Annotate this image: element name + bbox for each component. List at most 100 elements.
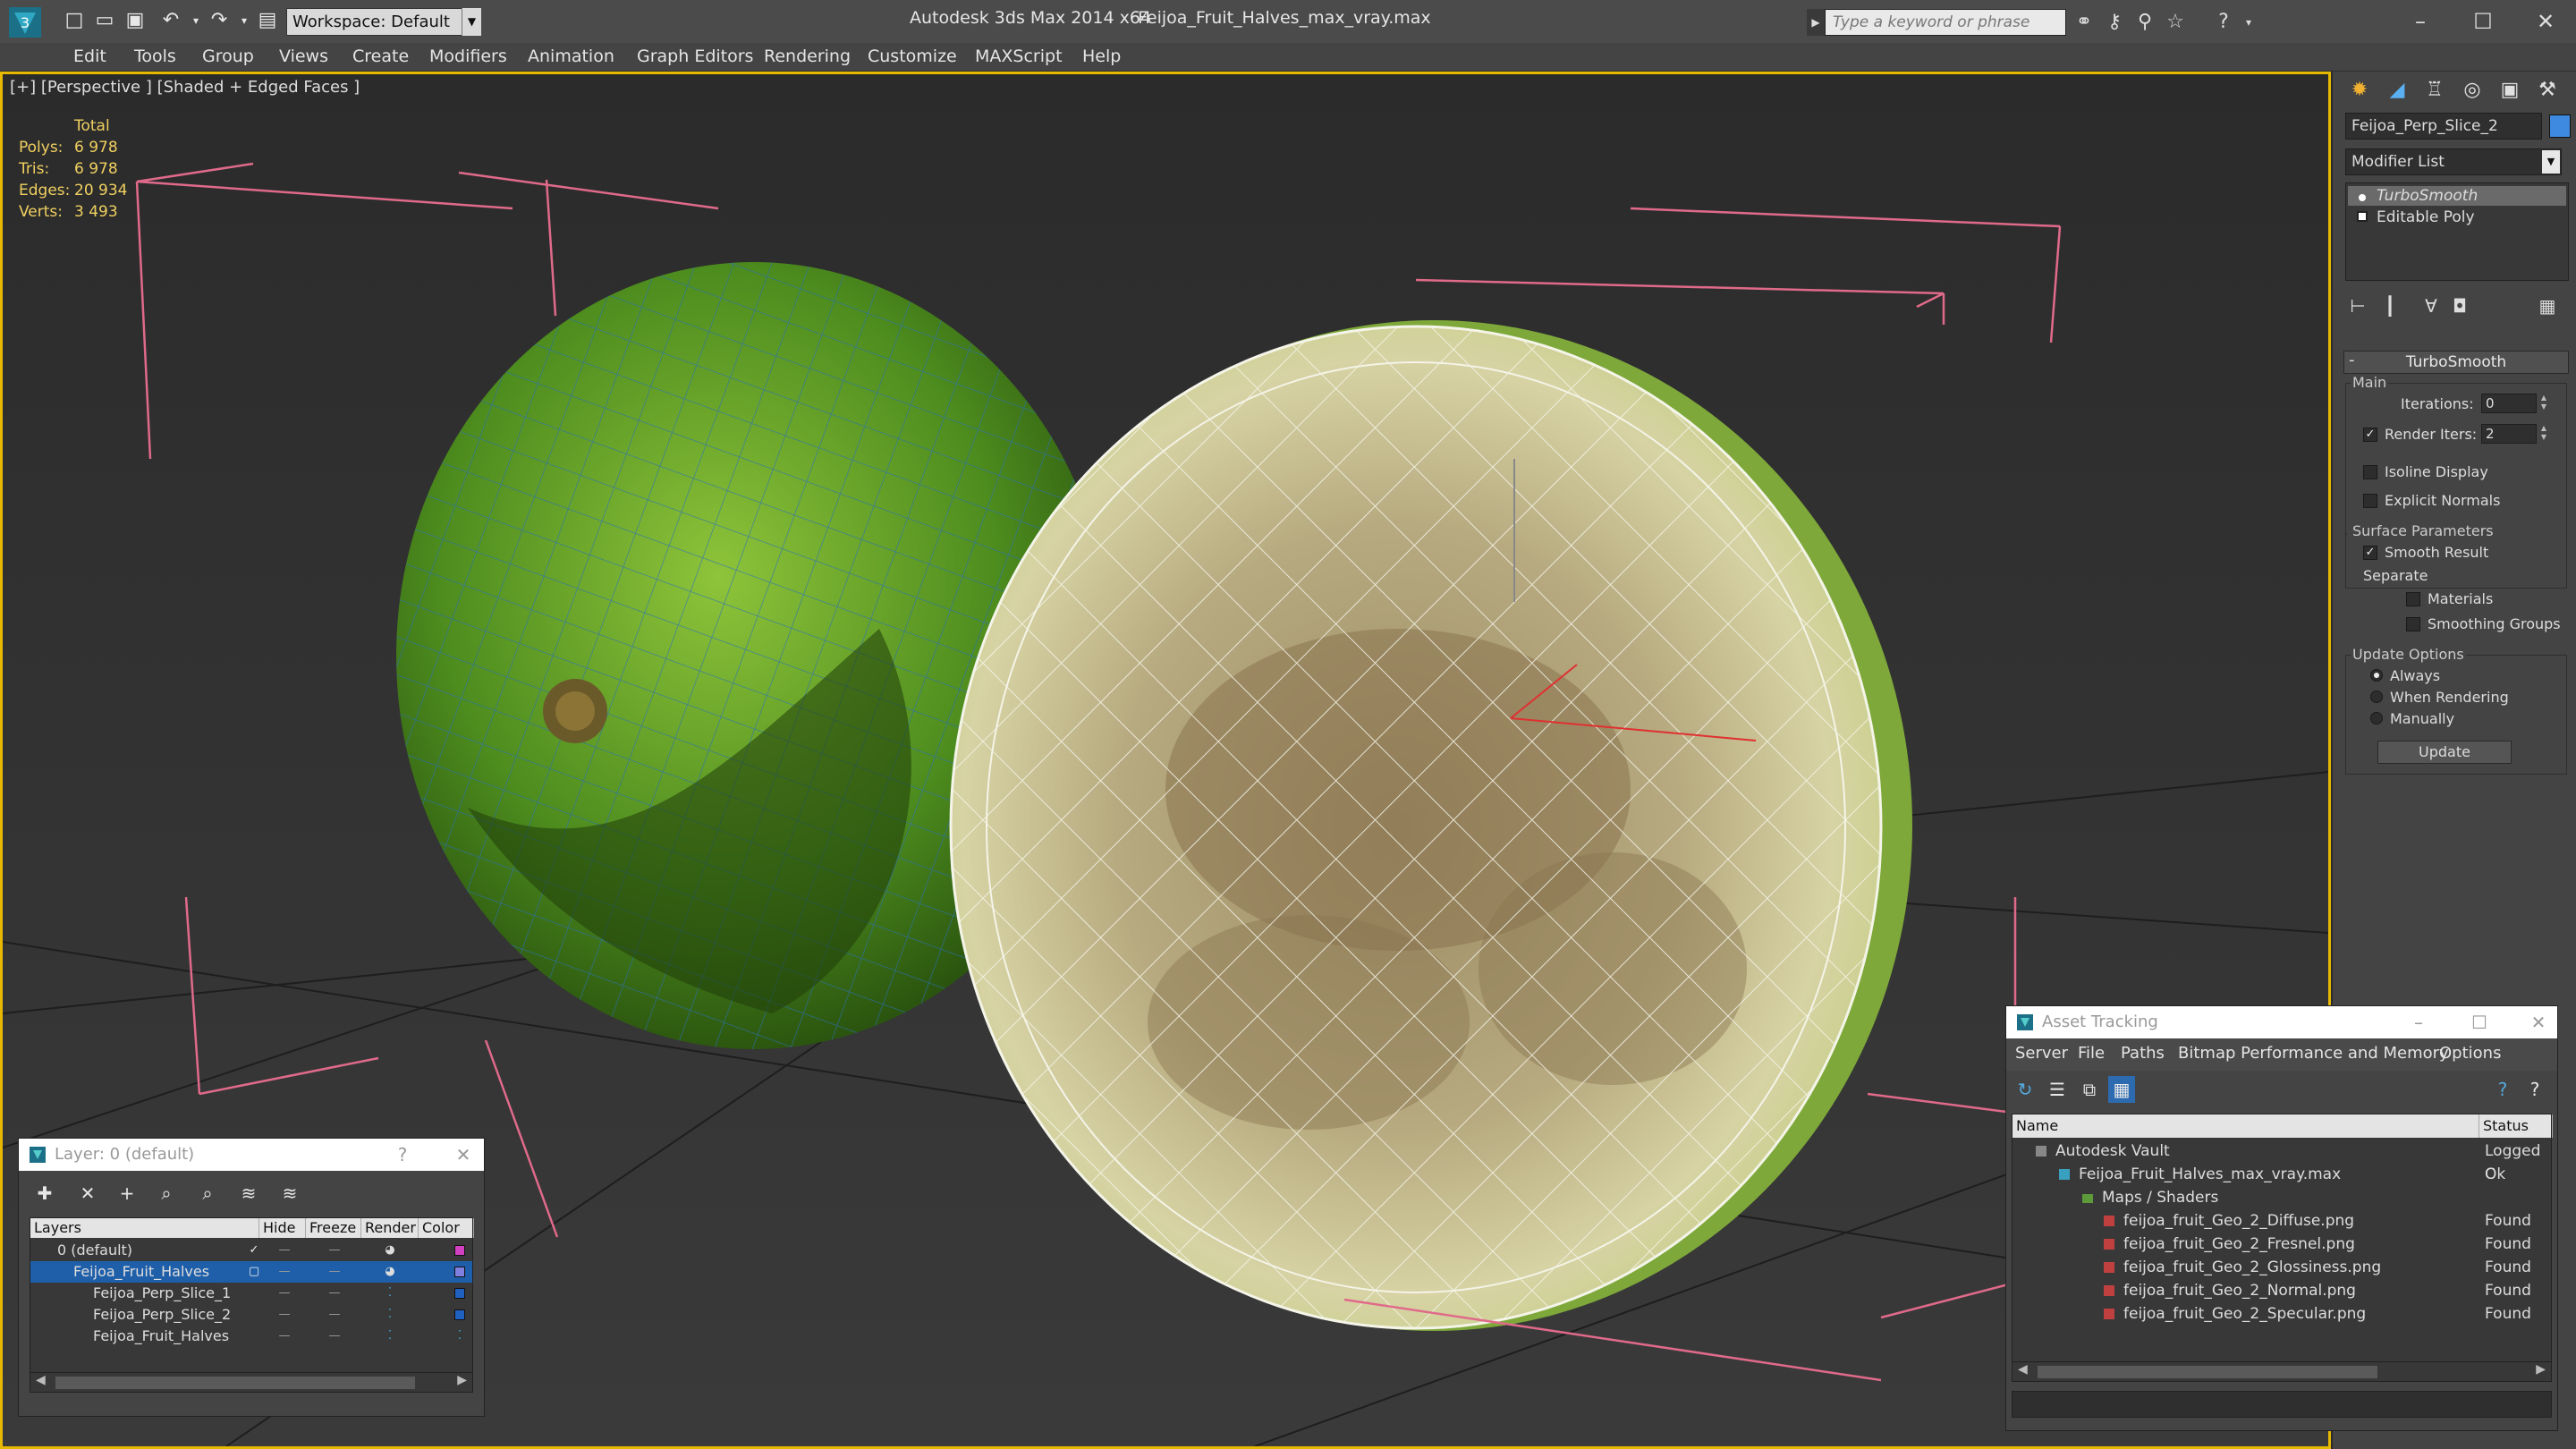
scrollbar-thumb[interactable] [2038, 1366, 2377, 1378]
asset-row[interactable]: feijoa_fruit_Geo_2_Diffuse.png Found [2012, 1209, 2551, 1233]
close-icon[interactable]: ✕ [450, 1142, 477, 1167]
help-icon[interactable]: ? [2489, 1076, 2516, 1103]
motion-tab-icon[interactable]: ◎ [2454, 75, 2490, 106]
col-hide[interactable]: Hide [259, 1218, 306, 1238]
freeze-toggle[interactable]: — [311, 1304, 358, 1326]
minimize-icon[interactable]: – [2395, 4, 2445, 39]
create-layer-icon[interactable]: ✚ [31, 1180, 58, 1207]
horizontal-scrollbar[interactable]: ◀ ▶ [2012, 1361, 2551, 1381]
binoculars-icon[interactable]: ⚭ [2072, 10, 2097, 35]
help-icon[interactable]: ? [389, 1142, 416, 1167]
layer-color-swatch[interactable] [454, 1288, 465, 1299]
asset-row[interactable]: Autodesk Vault Logged C [2012, 1140, 2551, 1183]
highlight-layer-icon[interactable]: ⌕ [194, 1180, 221, 1207]
menu-views[interactable]: Views [279, 47, 328, 66]
redo-icon[interactable]: ↷ [208, 9, 231, 32]
when-rendering-radio[interactable] [2370, 691, 2383, 703]
menu-tools[interactable]: Tools [134, 47, 176, 66]
3ds-max-logo-icon[interactable]: 3 [5, 4, 45, 41]
render-dots-icon[interactable]: ⁚ [370, 1283, 410, 1304]
asset-path-field[interactable] [2012, 1391, 2552, 1418]
render-dots-icon[interactable]: ⁚ [370, 1304, 410, 1326]
smoothing-groups-checkbox[interactable] [2406, 617, 2420, 631]
layer-row[interactable]: 0 (default) ✓ — — ◕ [30, 1240, 472, 1261]
render-teapot-icon[interactable]: ◕ [370, 1240, 410, 1261]
freeze-toggle[interactable]: — [311, 1261, 358, 1283]
menu-maxscript[interactable]: MAXScript [975, 47, 1063, 66]
isoline-display-checkbox[interactable] [2363, 465, 2377, 479]
close-icon[interactable]: ✕ [2525, 1010, 2552, 1035]
undo-icon[interactable]: ↶ [159, 9, 182, 32]
manually-radio[interactable] [2370, 712, 2383, 724]
smooth-result-checkbox[interactable]: ✓ [2363, 546, 2377, 560]
asset-menu-file[interactable]: File [2078, 1044, 2105, 1063]
iterations-spinner[interactable]: 0 [2481, 394, 2537, 413]
hierarchy-tab-icon[interactable]: ♖ [2417, 75, 2453, 106]
layer-color-swatch[interactable] [454, 1245, 465, 1256]
col-freeze[interactable]: Freeze [306, 1218, 361, 1238]
update-button[interactable]: Update [2377, 741, 2512, 764]
hide-toggle[interactable]: — [265, 1304, 304, 1326]
col-status[interactable]: Status [2479, 1114, 2553, 1138]
detail-view-icon[interactable]: ⧉ [2076, 1076, 2103, 1103]
close-icon[interactable]: ✕ [2521, 4, 2571, 39]
spinner-arrows-icon[interactable]: ▲ ▼ [2538, 424, 2549, 444]
active-layer-box-icon[interactable]: ▢ [245, 1261, 263, 1283]
pin-stack-icon[interactable]: ⊢ [2345, 293, 2370, 318]
undo-dropdown-icon[interactable]: ▾ [184, 9, 208, 32]
layer-window-titlebar[interactable]: Layer: 0 (default) ? ✕ [19, 1139, 484, 1171]
hide-toggle[interactable]: — [265, 1261, 304, 1283]
maximize-icon[interactable]: ☐ [2466, 1010, 2493, 1035]
asset-row[interactable]: feijoa_fruit_Geo_2_Normal.png Found [2012, 1279, 2551, 1302]
menu-edit[interactable]: Edit [73, 47, 106, 66]
utilities-tab-icon[interactable]: ⚒ [2529, 75, 2565, 106]
remove-modifier-icon[interactable]: ◘ [2447, 293, 2472, 318]
create-tab-icon[interactable]: ✹ [2342, 75, 2377, 106]
asset-menu-paths[interactable]: Paths [2121, 1044, 2165, 1063]
layer-color-swatch[interactable] [454, 1309, 465, 1320]
save-file-icon[interactable]: ▣ [123, 9, 147, 32]
render-iters-spinner[interactable]: 2 [2481, 424, 2537, 444]
freeze-toggle[interactable]: — [311, 1326, 358, 1347]
scroll-right-icon[interactable]: ▶ [457, 1373, 467, 1387]
menu-create[interactable]: Create [352, 47, 409, 66]
asset-menu-bitmap[interactable]: Bitmap Performance and Memory [2178, 1044, 2449, 1063]
explicit-normals-checkbox[interactable] [2363, 494, 2377, 508]
menu-rendering[interactable]: Rendering [764, 47, 851, 66]
asset-row[interactable]: feijoa_fruit_Geo_2_Glossiness.png Found [2012, 1256, 2551, 1279]
col-layers[interactable]: Layers [30, 1218, 259, 1238]
horizontal-scrollbar[interactable]: ◀ ▶ [30, 1372, 472, 1392]
object-name-field[interactable]: Feijoa_Perp_Slice_2 [2345, 113, 2542, 140]
col-render[interactable]: Render [361, 1218, 419, 1238]
freeze-toggle[interactable]: — [311, 1283, 358, 1304]
hide-all-layers-icon[interactable]: ≋ [235, 1180, 262, 1207]
layer-color-swatch[interactable] [454, 1267, 465, 1277]
communication-center-icon[interactable]: ⚲ [2132, 10, 2157, 35]
render-teapot-icon[interactable]: ◕ [370, 1261, 410, 1283]
stack-item-turbosmooth[interactable]: TurboSmooth [2377, 187, 2478, 205]
menu-graph-editors[interactable]: Graph Editors [637, 47, 753, 66]
turbosmooth-rollout-header[interactable]: TurboSmooth [2343, 351, 2569, 374]
menu-group[interactable]: Group [202, 47, 254, 66]
layer-row[interactable]: Feijoa_Fruit_Halves — — ⁚ ⁚ [30, 1326, 472, 1347]
render-iters-checkbox[interactable]: ✓ [2363, 428, 2377, 442]
hide-toggle[interactable]: — [265, 1283, 304, 1304]
help-icon[interactable]: ? [2211, 10, 2236, 35]
table-view-icon[interactable]: ▦ [2108, 1076, 2135, 1103]
search-expand-icon[interactable]: ▶ [1807, 9, 1825, 36]
chevron-down-icon[interactable]: ▼ [2542, 150, 2560, 174]
menu-animation[interactable]: Animation [528, 47, 614, 66]
list-view-icon[interactable]: ☰ [2044, 1076, 2071, 1103]
maximize-icon[interactable]: ☐ [2458, 4, 2508, 39]
viewport-label[interactable]: [+] [Perspective ] [Shaded + Edged Faces… [10, 78, 360, 97]
asset-menu-options[interactable]: Options [2439, 1044, 2501, 1063]
workspace-selector[interactable]: Workspace: Default [286, 8, 481, 36]
asset-window-titlebar[interactable]: Asset Tracking – ☐ ✕ [2006, 1006, 2557, 1038]
object-color-swatch[interactable] [2549, 114, 2571, 138]
layer-row[interactable]: Feijoa_Fruit_Halves ▢ — — ◕ [30, 1261, 472, 1283]
col-name[interactable]: Name [2012, 1114, 2479, 1138]
active-layer-check-icon[interactable]: ✓ [245, 1240, 263, 1261]
render-dots-icon[interactable]: ⁚ [370, 1326, 410, 1347]
collapse-icon[interactable]: - [2349, 351, 2355, 369]
favorites-star-icon[interactable]: ☆ [2163, 10, 2188, 35]
